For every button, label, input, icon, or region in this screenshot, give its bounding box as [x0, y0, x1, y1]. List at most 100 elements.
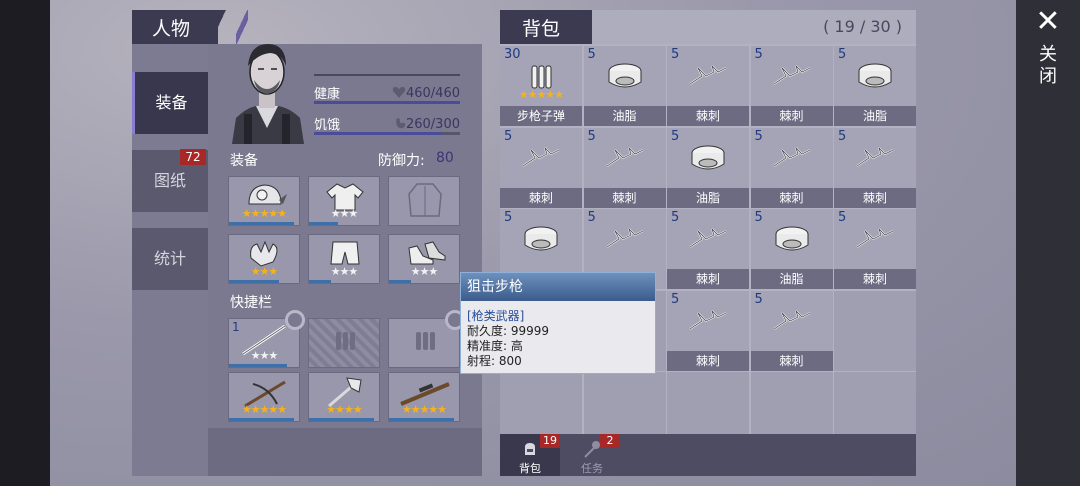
item-name: 棘刺: [667, 269, 749, 289]
tab-equipment[interactable]: 装备: [132, 72, 208, 134]
backpack-footer: 背包 19 任务 2: [500, 434, 916, 476]
grease-can-icon: [858, 63, 892, 88]
backpack-slot[interactable]: 5 棘刺: [667, 209, 749, 289]
equipment-torso-stars: ★★★: [330, 207, 359, 220]
equipment-slot-hands[interactable]: ★★★: [228, 234, 300, 284]
character-title: 人物: [152, 18, 191, 40]
item-count: 5: [838, 128, 847, 144]
equipment-slot-legs[interactable]: ★★★: [308, 234, 380, 284]
backpack-slot[interactable]: 5 油脂: [667, 127, 749, 208]
spike-wire-icon: [605, 228, 643, 248]
backpack-slot[interactable]: 5 油脂: [750, 209, 833, 289]
item-count: 5: [671, 47, 680, 62]
character-footer: [208, 428, 482, 476]
equipment-slot-head[interactable]: ★★★★★: [228, 176, 300, 226]
backpack-slot[interactable]: 5 棘刺: [667, 46, 749, 126]
backpack-slot[interactable]: 5 棘刺: [750, 290, 833, 371]
item-count: 5: [838, 47, 847, 62]
health-bar: [314, 101, 460, 104]
equipment-slot-torso[interactable]: ★★★: [308, 176, 380, 226]
quickbar-slot-5[interactable]: ★★★★: [308, 372, 380, 422]
hunger-bar: [314, 132, 441, 135]
item-count: 5: [838, 210, 847, 225]
equipment-slot-jacket[interactable]: [388, 176, 460, 226]
item-name: 油脂: [750, 269, 833, 289]
item-name: 棘刺: [834, 269, 916, 289]
item-name: 油脂: [583, 106, 666, 126]
item-count: 5: [587, 47, 596, 62]
item-count: 5: [671, 128, 680, 144]
backpack-slot[interactable]: 5 棘刺: [667, 290, 749, 371]
backpack-slot[interactable]: 5 油脂: [583, 46, 666, 126]
item-stars: ★★★★★: [518, 88, 564, 101]
jacket-icon: [408, 183, 442, 217]
equipment-feet-stars: ★★★: [410, 265, 439, 278]
health-label: 健康: [314, 87, 341, 102]
backpack-slot[interactable]: 5 棘刺: [750, 46, 833, 126]
spike-wire-icon: [772, 146, 810, 167]
bullets-icon: [336, 332, 355, 350]
item-name: 棘刺: [750, 187, 833, 208]
backpack-title: 背包: [522, 18, 561, 40]
item-count: 5: [587, 128, 596, 144]
grease-can-icon: [524, 226, 558, 251]
hunger-label: 饥饿: [314, 118, 341, 133]
quickbar-slot-1-stars: ★★★: [250, 349, 279, 362]
item-name: 油脂: [834, 106, 916, 126]
equipment-slot-feet[interactable]: ★★★: [388, 234, 460, 284]
item-count: 5: [754, 210, 763, 225]
spike-wire-icon: [856, 146, 894, 167]
item-count: 5: [671, 291, 680, 307]
backpack-slot[interactable]: 5 棘刺: [500, 127, 582, 208]
quests-tab-badge: 2: [600, 434, 620, 448]
quest-pin-icon: [584, 441, 600, 458]
health-value: 460/460: [405, 86, 460, 101]
backpack-slot[interactable]: 5 棘刺: [583, 127, 666, 208]
equipment-section-label: 装备: [230, 153, 258, 169]
grease-can-icon: [608, 63, 641, 88]
backpack-slot[interactable]: 30 ★★★★★ 步枪子弹: [500, 46, 582, 126]
item-count: 5: [754, 128, 763, 144]
tab-statistics[interactable]: 统计: [132, 228, 208, 290]
quickbar-slot-6[interactable]: ★★★★★: [388, 372, 460, 422]
swap-icon[interactable]: [285, 310, 305, 330]
quickbar-slot-2[interactable]: [308, 318, 380, 368]
tooltip-range: 射程: 800: [467, 354, 522, 368]
backpack-header: 背包 ( 19 / 30 ): [500, 10, 916, 44]
screen-left-edge: [0, 0, 50, 486]
grease-can-icon: [691, 145, 725, 169]
backpack-icon: [525, 443, 535, 455]
backpack-panel: 背包 ( 19 / 30 ) 30 ★★★★★ 步枪子弹 5 油脂 5 棘刺 5 棘刺 5 油脂 5 棘…: [500, 10, 916, 476]
backpack-slot[interactable]: 5 棘刺: [834, 209, 916, 289]
equipment-legs-stars: ★★★: [330, 265, 359, 278]
item-count: 5: [671, 210, 680, 225]
item-name: 棘刺: [834, 187, 916, 208]
item-name: 棘刺: [750, 350, 833, 371]
defense-value: 80: [436, 150, 454, 166]
close-icon[interactable]: ✕: [1034, 7, 1062, 37]
quickbar-slot-6-durability: [389, 418, 454, 421]
quickbar-slot-1-durability: [229, 364, 287, 367]
character-portrait: [232, 44, 304, 144]
backpack-slot-empty: [834, 290, 916, 371]
tooltip-body: [枪类武器] 耐久度: 99999 精准度: 高 射程: 800: [461, 301, 655, 373]
quickbar-slot-4[interactable]: ★★★★★: [228, 372, 300, 422]
item-name: 步枪子弹: [500, 106, 582, 126]
backpack-slot[interactable]: 5 棘刺: [834, 127, 916, 208]
spike-wire-icon: [689, 309, 727, 330]
spike-wire-icon: [856, 228, 894, 248]
backpack-slot[interactable]: 5 油脂: [834, 46, 916, 126]
quickbar-slot-5-stars: ★★★★: [326, 403, 362, 416]
quickbar-section-label: 快捷栏: [230, 295, 272, 311]
spike-wire-icon: [689, 228, 727, 248]
close-label[interactable]: 关闭: [1036, 44, 1060, 88]
item-count: 5: [754, 47, 763, 62]
tooltip-title: 狙击步枪: [461, 273, 655, 301]
backpack-slot[interactable]: 5 棘刺: [750, 127, 833, 208]
item-count: 30: [504, 47, 521, 62]
item-name: 油脂: [667, 187, 749, 208]
item-name: 棘刺: [667, 350, 749, 371]
tab-quests-label: 任务: [581, 462, 603, 475]
backpack-tab-badge: 19: [540, 434, 560, 448]
spike-wire-icon: [772, 65, 810, 85]
